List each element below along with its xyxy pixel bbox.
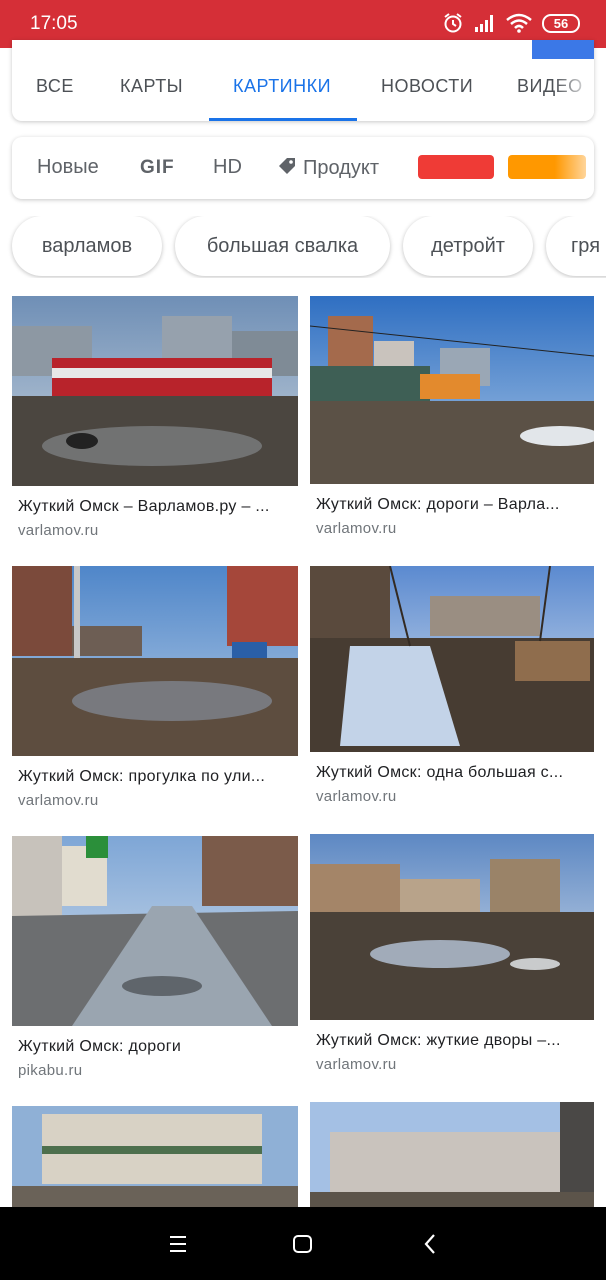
chip-big-dump[interactable]: большая свалка [175,216,390,276]
color-filter-orange[interactable] [508,155,586,179]
result-thumbnail[interactable] [12,836,298,1026]
system-navigation-bar [0,1207,606,1280]
result-thumbnail[interactable] [12,566,298,756]
home-icon[interactable] [292,1229,314,1259]
result-thumbnail[interactable] [310,1102,594,1207]
search-tabs: ВСЕ КАРТЫ КАРТИНКИ НОВОСТИ ВИДЕО [12,68,594,121]
related-search-chips: варламов большая свалка детройт гря [0,216,606,278]
image-result-1[interactable]: Жуткий Омск – Варламов.ру – ... varlamov… [12,296,298,546]
result-source: varlamov.ru [316,1056,397,1073]
result-thumbnail[interactable] [310,296,594,484]
result-thumbnail[interactable] [12,1106,298,1207]
result-title[interactable]: Жуткий Омск: дороги [18,1038,290,1056]
chip-varlamov[interactable]: варламов [12,216,162,276]
image-result-5[interactable]: Жуткий Омск: дороги pikabu.ru [12,836,298,1086]
result-source: varlamov.ru [316,520,397,537]
tab-images[interactable]: КАРТИНКИ [233,76,331,97]
back-icon[interactable] [422,1229,438,1259]
tag-icon [279,158,295,174]
signal-icon [475,15,493,32]
result-thumbnail[interactable] [310,834,594,1020]
result-source: pikabu.ru [18,1062,83,1079]
status-icons: 56 [442,12,580,34]
result-title[interactable]: Жуткий Омск: прогулка по ули... [18,768,290,786]
image-result-8[interactable] [310,1102,594,1207]
search-button-edge[interactable] [532,40,594,59]
tabs-fade [554,68,594,121]
result-source: varlamov.ru [316,788,397,805]
search-tabs-card: ВСЕ КАРТЫ КАРТИНКИ НОВОСТИ ВИДЕО [12,40,594,121]
result-title[interactable]: Жуткий Омск: дороги – Варла... [316,496,588,514]
alarm-icon [444,13,462,33]
active-tab-indicator [209,118,357,121]
image-result-2[interactable]: Жуткий Омск: дороги – Варла... varlamov.… [310,296,594,546]
battery-indicator: 56 [542,13,580,33]
tab-all[interactable]: ВСЕ [36,76,74,97]
result-title[interactable]: Жуткий Омск – Варламов.ру – ... [18,498,290,516]
result-title[interactable]: Жуткий Омск: жуткие дворы –... [316,1032,588,1050]
result-title[interactable]: Жуткий Омск: одна большая с... [316,764,588,782]
result-source: varlamov.ru [18,522,99,539]
menu-icon[interactable] [168,1229,188,1259]
result-source: varlamov.ru [18,792,99,809]
result-thumbnail[interactable] [12,296,298,486]
image-result-6[interactable]: Жуткий Омск: жуткие дворы –... varlamov.… [310,834,594,1084]
filter-product-label: Продукт [303,157,379,179]
image-filters-card: Новые GIF HD Продукт [12,137,594,199]
color-filter-red[interactable] [418,155,494,179]
image-result-7[interactable] [12,1106,298,1207]
result-thumbnail[interactable] [310,566,594,752]
wifi-icon [506,13,532,33]
chip-gryaz[interactable]: гря [546,216,606,276]
image-result-4[interactable]: Жуткий Омск: одна большая с... varlamov.… [310,566,594,816]
tab-news[interactable]: НОВОСТИ [381,76,473,97]
tab-maps[interactable]: КАРТЫ [120,76,183,97]
filter-product[interactable]: Продукт [277,156,379,180]
chip-detroit[interactable]: детройт [403,216,533,276]
filter-new[interactable]: Новые [37,156,99,179]
filter-gif[interactable]: GIF [140,157,175,179]
status-time: 17:05 [30,13,78,34]
image-result-3[interactable]: Жуткий Омск: прогулка по ули... varlamov… [12,566,298,816]
filter-hd[interactable]: HD [213,156,242,179]
